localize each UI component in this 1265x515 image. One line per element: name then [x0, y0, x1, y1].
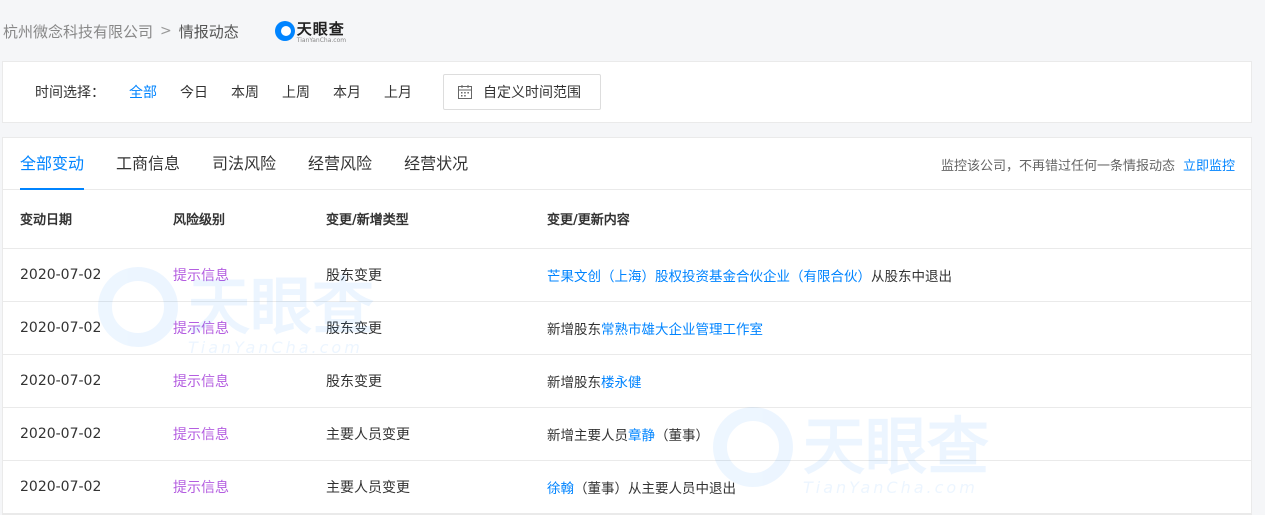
breadcrumb-separator: >: [160, 23, 172, 39]
content-text: 从股东中退出: [871, 268, 952, 285]
change-content: 徐翰（董事）从主要人员中退出: [547, 460, 1251, 514]
risk-level-badge: 提示信息: [173, 426, 229, 443]
tianyancha-logo[interactable]: 天眼查 TianYanCha.com: [274, 18, 347, 44]
column-header-change-content: 变更/更新内容: [547, 190, 1251, 249]
column-header-change-type: 变更/新增类型: [326, 190, 547, 249]
change-type: 股东变更: [326, 248, 547, 302]
filter-option-this-month[interactable]: 本月: [333, 82, 361, 102]
custom-time-range-label: 自定义时间范围: [483, 85, 581, 101]
logo-text: 天眼查: [296, 20, 345, 38]
change-date: 2020-07-02: [3, 460, 173, 514]
filter-option-today[interactable]: 今日: [180, 82, 208, 102]
tab-judicial-risk[interactable]: 司法风险: [212, 138, 276, 190]
change-content: 芒果文创（上海）股权投资基金合伙企业（有限合伙）从股东中退出: [547, 248, 1251, 302]
content-text: （董事）: [655, 427, 709, 444]
calendar-icon: [458, 85, 472, 99]
table-header-row: 变动日期 风险级别 变更/新增类型 变更/更新内容: [3, 190, 1251, 249]
table-row: 2020-07-02 提示信息 股东变更 芒果文创（上海）股权投资基金合伙企业（有限合…: [3, 248, 1251, 302]
logo-subtext: TianYanCha.com: [296, 37, 347, 44]
logo-icon: [274, 21, 295, 41]
change-date: 2020-07-02: [3, 354, 173, 408]
change-date: 2020-07-02: [3, 301, 173, 355]
time-filter-label: 时间选择：: [35, 85, 105, 101]
risk-level-cell: 提示信息: [173, 248, 326, 302]
filter-option-this-week[interactable]: 本周: [231, 82, 259, 102]
change-type: 主要人员变更: [326, 407, 547, 461]
change-type: 股东变更: [326, 354, 547, 408]
risk-level-badge: 提示信息: [173, 267, 229, 284]
content-text: 新增股东: [547, 321, 601, 338]
time-filter-bar: 时间选择： 全部 今日 本周 上周 本月 上月 自定义时间范围: [2, 61, 1252, 123]
content-text: （董事）从主要人员中退出: [574, 480, 736, 497]
tab-operating-risk[interactable]: 经营风险: [308, 138, 372, 190]
table-row: 2020-07-02 提示信息 主要人员变更 徐翰（董事）从主要人员中退出: [3, 460, 1251, 514]
content-text: 新增主要人员: [547, 427, 628, 444]
monitor-text: 监控该公司，不再错过任何一条情报动态: [940, 158, 1175, 174]
filter-option-last-week[interactable]: 上周: [282, 82, 310, 102]
column-header-risk-level: 风险级别: [173, 190, 326, 249]
tab-operating-status[interactable]: 经营状况: [404, 138, 468, 190]
entity-link[interactable]: 章静: [628, 428, 655, 444]
change-type: 股东变更: [326, 301, 547, 355]
change-date: 2020-07-02: [3, 407, 173, 461]
filter-option-last-month[interactable]: 上月: [384, 82, 412, 102]
filter-option-all[interactable]: 全部: [129, 82, 157, 102]
tab-business-info[interactable]: 工商信息: [116, 138, 180, 190]
risk-level-badge: 提示信息: [173, 320, 229, 337]
risk-level-cell: 提示信息: [173, 407, 326, 461]
entity-link[interactable]: 楼永健: [601, 375, 642, 391]
entity-link[interactable]: 常熟市雄大企业管理工作室: [601, 322, 763, 338]
risk-level-badge: 提示信息: [173, 373, 229, 390]
column-header-date: 变动日期: [3, 190, 173, 249]
change-content: 新增股东楼永健: [547, 354, 1251, 408]
custom-time-range-button[interactable]: 自定义时间范围: [443, 74, 601, 110]
table-row: 2020-07-02 提示信息 主要人员变更 新增主要人员章静（董事）: [3, 407, 1251, 461]
breadcrumb-current-page: 情报动态: [178, 22, 239, 41]
changes-panel: 全部变动 工商信息 司法风险 经营风险 经营状况 监控该公司，不再错过任何一条情…: [2, 137, 1252, 515]
table-row: 2020-07-02 提示信息 股东变更 新增股东常熟市雄大企业管理工作室: [3, 301, 1251, 355]
risk-level-cell: 提示信息: [173, 301, 326, 355]
risk-level-badge: 提示信息: [173, 479, 229, 496]
content-text: 新增股东: [547, 374, 601, 391]
entity-link[interactable]: 芒果文创（上海）股权投资基金合伙企业（有限合伙）: [547, 269, 871, 285]
tab-all-changes[interactable]: 全部变动: [20, 138, 85, 190]
monitor-now-link[interactable]: 立即监控: [1183, 155, 1235, 174]
table-row: 2020-07-02 提示信息 股东变更 新增股东楼永健: [3, 354, 1251, 408]
change-content: 新增主要人员章静（董事）: [547, 407, 1251, 461]
risk-level-cell: 提示信息: [173, 354, 326, 408]
change-type: 主要人员变更: [326, 460, 547, 514]
monitor-prompt: 监控该公司，不再错过任何一条情报动态 立即监控: [941, 138, 1235, 190]
changes-table: 变动日期 风险级别 变更/新增类型 变更/更新内容 2020-07-02 提示信息…: [3, 190, 1251, 514]
change-content: 新增股东常熟市雄大企业管理工作室: [547, 301, 1251, 355]
category-tabs: 全部变动 工商信息 司法风险 经营风险 经营状况 监控该公司，不再错过任何一条情…: [3, 138, 1251, 190]
breadcrumb-company-link[interactable]: 杭州微念科技有限公司: [3, 21, 153, 42]
change-date: 2020-07-02: [3, 248, 173, 302]
entity-link[interactable]: 徐翰: [547, 481, 574, 497]
breadcrumb: 杭州微念科技有限公司 > 情报动态 天眼查 TianYanCha.com: [0, 0, 1265, 62]
risk-level-cell: 提示信息: [173, 460, 326, 514]
